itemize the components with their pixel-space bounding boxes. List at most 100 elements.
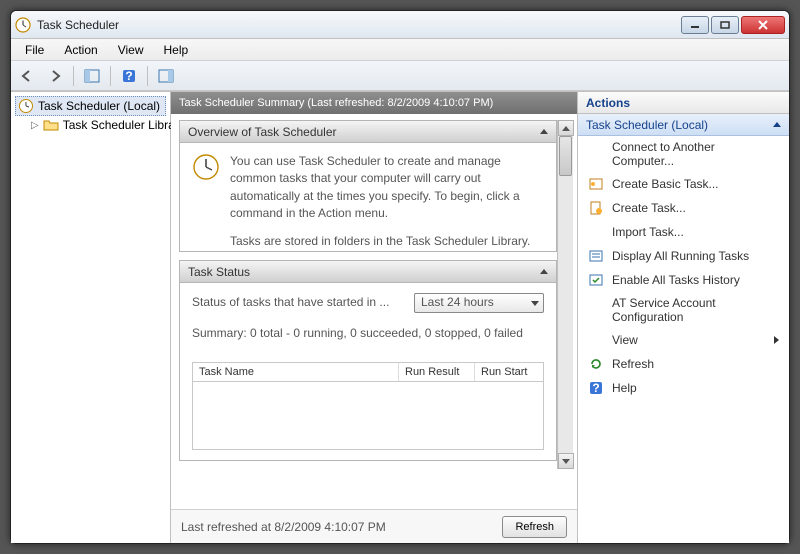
- help-button[interactable]: ?: [117, 64, 141, 88]
- main-pane: Task Scheduler Summary (Last refreshed: …: [171, 92, 577, 543]
- tree-root[interactable]: Task Scheduler (Local): [15, 96, 166, 116]
- back-button[interactable]: [15, 64, 39, 88]
- titlebar[interactable]: Task Scheduler: [11, 11, 789, 39]
- tree-pane[interactable]: Task Scheduler (Local) ▷ Task Scheduler …: [11, 92, 171, 543]
- task-status-body: Status of tasks that have started in ...…: [180, 283, 556, 460]
- overview-body: You can use Task Scheduler to create and…: [180, 143, 556, 251]
- wizard-icon: [588, 176, 604, 192]
- action-import-task[interactable]: Import Task...: [578, 220, 789, 244]
- expand-icon[interactable]: ▷: [31, 120, 39, 131]
- action-label: AT Service Account Configuration: [612, 296, 779, 324]
- forward-button[interactable]: [43, 64, 67, 88]
- action-at-service[interactable]: AT Service Account Configuration: [578, 292, 789, 328]
- overview-p1: You can use Task Scheduler to create and…: [230, 153, 544, 223]
- svg-text:?: ?: [125, 69, 132, 83]
- collapse-icon[interactable]: [540, 129, 548, 134]
- clock-icon: [192, 153, 220, 181]
- show-hide-tree-button[interactable]: [80, 64, 104, 88]
- task-status-title: Task Status: [188, 265, 250, 279]
- action-label: Display All Running Tasks: [612, 249, 749, 263]
- action-refresh[interactable]: Refresh: [578, 352, 789, 376]
- tree-library[interactable]: ▷ Task Scheduler Library: [29, 116, 166, 134]
- show-hide-action-button[interactable]: [154, 64, 178, 88]
- toolbar-separator: [147, 66, 148, 86]
- collapse-icon[interactable]: [540, 269, 548, 274]
- status-summary: Summary: 0 total - 0 running, 0 succeede…: [192, 325, 544, 342]
- actions-group-header[interactable]: Task Scheduler (Local): [578, 114, 789, 136]
- collapse-icon[interactable]: [773, 122, 781, 127]
- maximize-button[interactable]: [711, 16, 739, 34]
- actions-list: Connect to Another Computer... Create Ba…: [578, 136, 789, 400]
- started-in-label: Status of tasks that have started in ...: [192, 294, 406, 311]
- overview-title: Overview of Task Scheduler: [188, 125, 337, 139]
- blank-icon: [588, 302, 604, 318]
- task-status-header[interactable]: Task Status: [180, 261, 556, 283]
- overview-p2: Tasks are stored in folders in the Task …: [230, 233, 544, 251]
- refresh-icon: [588, 356, 604, 372]
- chevron-right-icon: [774, 336, 779, 344]
- action-create-task[interactable]: Create Task...: [578, 196, 789, 220]
- action-label: Import Task...: [612, 225, 684, 239]
- last-refreshed-label: Last refreshed at 8/2/2009 4:10:07 PM: [181, 520, 386, 534]
- action-label: Refresh: [612, 357, 654, 371]
- scroll-up-button[interactable]: [558, 120, 574, 136]
- summary-header: Task Scheduler Summary (Last refreshed: …: [171, 92, 577, 114]
- close-button[interactable]: [741, 16, 785, 34]
- footer: Last refreshed at 8/2/2009 4:10:07 PM Re…: [171, 509, 577, 543]
- action-label: Enable All Tasks History: [612, 273, 740, 287]
- menu-file[interactable]: File: [17, 41, 52, 59]
- actions-pane: Actions Task Scheduler (Local) Connect t…: [577, 92, 789, 543]
- overview-header[interactable]: Overview of Task Scheduler: [180, 121, 556, 143]
- task-status-panel: Task Status Status of tasks that have st…: [179, 260, 557, 461]
- folder-icon: [43, 117, 59, 133]
- chevron-down-icon: [531, 301, 539, 306]
- app-window: Task Scheduler File Action View Help ? T…: [10, 10, 790, 544]
- app-icon: [15, 17, 31, 33]
- action-view[interactable]: View: [578, 328, 789, 352]
- action-display-running[interactable]: Display All Running Tasks: [578, 244, 789, 268]
- actions-header: Actions: [578, 92, 789, 114]
- refresh-button[interactable]: Refresh: [502, 516, 567, 538]
- action-label: Create Task...: [612, 201, 686, 215]
- col-task-name[interactable]: Task Name: [193, 363, 399, 381]
- period-dropdown[interactable]: Last 24 hours: [414, 293, 544, 313]
- status-rows[interactable]: [192, 382, 544, 450]
- tree-root-label: Task Scheduler (Local): [38, 99, 160, 113]
- col-run-start[interactable]: Run Start: [475, 363, 543, 381]
- task-icon: [588, 200, 604, 216]
- minimize-button[interactable]: [681, 16, 709, 34]
- toolbar: ?: [11, 61, 789, 91]
- menu-view[interactable]: View: [110, 41, 152, 59]
- action-label: Help: [612, 381, 637, 395]
- blank-icon: [588, 146, 604, 162]
- action-enable-history[interactable]: Enable All Tasks History: [578, 268, 789, 292]
- action-label: Create Basic Task...: [612, 177, 719, 191]
- clock-icon: [18, 98, 34, 114]
- history-icon: [588, 272, 604, 288]
- window-title: Task Scheduler: [37, 18, 681, 32]
- help-icon: ?: [588, 380, 604, 396]
- menubar: File Action View Help: [11, 39, 789, 61]
- main-content: Overview of Task Scheduler You can use: [171, 114, 577, 509]
- col-run-result[interactable]: Run Result: [399, 363, 475, 381]
- actions-group-label: Task Scheduler (Local): [586, 118, 708, 132]
- body: Task Scheduler (Local) ▷ Task Scheduler …: [11, 91, 789, 543]
- tree-library-label: Task Scheduler Library: [63, 118, 185, 132]
- menu-help[interactable]: Help: [156, 41, 197, 59]
- main-scrollbar[interactable]: [557, 120, 573, 469]
- action-connect[interactable]: Connect to Another Computer...: [578, 136, 789, 172]
- menu-action[interactable]: Action: [56, 41, 105, 59]
- action-help[interactable]: ? Help: [578, 376, 789, 400]
- action-create-basic-task[interactable]: Create Basic Task...: [578, 172, 789, 196]
- action-label: View: [612, 333, 638, 347]
- blank-icon: [588, 332, 604, 348]
- blank-icon: [588, 224, 604, 240]
- scroll-down-button[interactable]: [558, 453, 574, 469]
- overview-panel: Overview of Task Scheduler You can use: [179, 120, 557, 252]
- action-label: Connect to Another Computer...: [612, 140, 779, 168]
- status-columns: Task Name Run Result Run Start: [192, 362, 544, 382]
- toolbar-separator: [73, 66, 74, 86]
- scroll-thumb[interactable]: [559, 136, 572, 176]
- window-buttons: [681, 16, 785, 34]
- scroll-track[interactable]: [558, 136, 574, 453]
